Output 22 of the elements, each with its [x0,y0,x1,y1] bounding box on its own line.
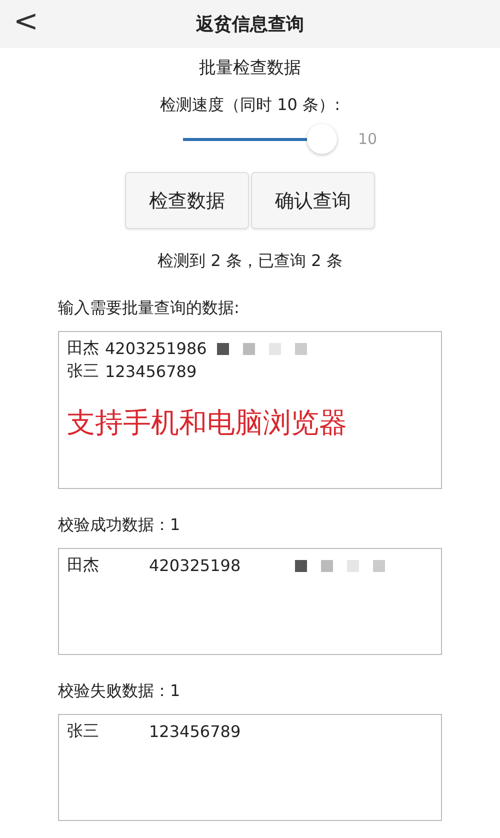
confirm-query-button[interactable]: 确认查询 [251,172,375,229]
id-number-text: 123456789 [105,362,197,381]
speed-label: 检测速度（同时 10 条）: [160,95,340,116]
name-text: 张三 [67,361,99,382]
page-title: 返贫信息查询 [195,13,305,36]
result-label: 校验成功数据：1 [58,515,182,536]
name-text: 张三 [67,721,99,742]
slider-value: 10 [358,130,378,148]
back-button[interactable]: < [8,4,44,44]
id-number-text: 4203251986 [105,339,207,358]
input-label: 输入需要批量查询的数据: [58,298,240,319]
status-text: 检测到 2 条，已查询 2 条 [158,251,342,272]
check-data-button[interactable]: 检查数据 [125,172,249,229]
note-text: 支持手机和电脑浏览器 [67,405,348,441]
section-title: 批量检查数据 [199,57,301,79]
result-label: 校验失败数据：1 [58,681,182,702]
name-text: 田杰 [67,555,99,576]
name-text: 田杰 [67,338,99,359]
input-field[interactable]: 田杰 4203251986 张三 123456789 支持手机和电脑浏览器 [58,331,442,489]
id-number-text: 123456789 [149,722,241,741]
id-number-text: 420325198 [149,556,241,575]
slider-thumb[interactable] [306,124,337,154]
